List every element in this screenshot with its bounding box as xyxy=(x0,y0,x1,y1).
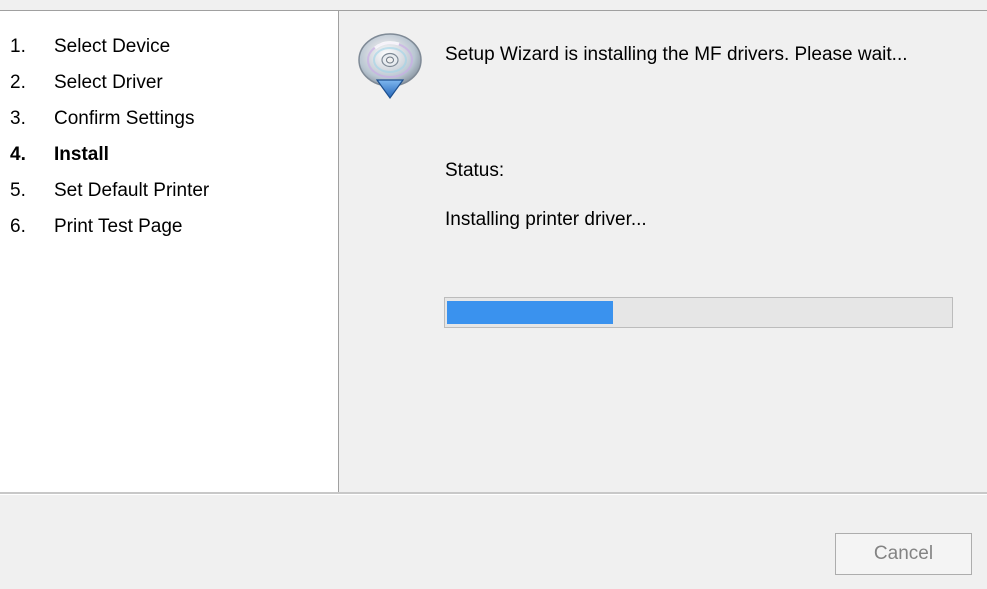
install-cd-icon xyxy=(358,33,422,100)
progress-fill xyxy=(447,301,613,324)
step-select-driver: 2. Select Driver xyxy=(10,65,209,101)
step-label: Set Default Printer xyxy=(54,180,210,201)
step-number: 5. xyxy=(10,180,26,201)
step-number: 4. xyxy=(10,144,26,165)
step-install: 4. Install xyxy=(10,137,209,173)
step-confirm-settings: 3. Confirm Settings xyxy=(10,101,209,137)
step-label: Confirm Settings xyxy=(54,108,195,129)
install-progress-bar xyxy=(444,297,953,328)
step-number: 1. xyxy=(10,36,26,57)
setup-wizard-window: 1. Select Device 2. Select Driver 3. Con… xyxy=(0,0,987,589)
step-label: Install xyxy=(54,144,109,165)
step-set-default-printer: 5. Set Default Printer xyxy=(10,173,209,209)
step-select-device: 1. Select Device xyxy=(10,29,209,65)
status-text: Installing printer driver... xyxy=(445,209,647,230)
footer-divider xyxy=(0,492,987,495)
step-label: Select Driver xyxy=(54,72,163,93)
install-heading: Setup Wizard is installing the MF driver… xyxy=(445,44,908,65)
content-pane xyxy=(339,11,987,492)
status-label: Status: xyxy=(445,160,505,181)
step-print-test-page: 6. Print Test Page xyxy=(10,209,209,245)
cancel-button[interactable]: Cancel xyxy=(835,533,972,575)
step-label: Select Device xyxy=(54,36,171,57)
steps-list: 1. Select Device 2. Select Driver 3. Con… xyxy=(10,29,209,245)
step-label: Print Test Page xyxy=(54,216,183,237)
step-number: 6. xyxy=(10,216,26,237)
step-number: 3. xyxy=(10,108,26,129)
step-number: 2. xyxy=(10,72,26,93)
